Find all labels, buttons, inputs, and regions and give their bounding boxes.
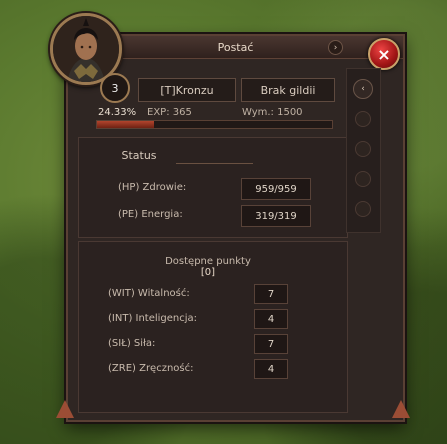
close-button[interactable]: × [368, 38, 400, 70]
sidebar-slot[interactable] [355, 141, 371, 157]
corner-ornament-icon [392, 400, 410, 418]
attribute-value: 7 [254, 284, 288, 304]
sidebar-slot[interactable] [355, 171, 371, 187]
character-name: [T]Kronzu [138, 78, 236, 102]
attribute-value: 4 [254, 359, 288, 379]
xp-percent: 24.33% [98, 107, 137, 118]
sidebar-tabs: ‹ [346, 68, 381, 233]
chevron-left-icon[interactable]: ‹ [353, 79, 373, 99]
attribute-value: 7 [254, 334, 288, 354]
available-points-label: Dostępne punkty [165, 256, 251, 267]
available-points: Dostępne punkty [0] [158, 256, 258, 278]
energy-label: (PE) Energia: [118, 209, 183, 220]
guild-name: Brak gildii [241, 78, 335, 102]
close-icon: × [377, 44, 391, 64]
corner-ornament-icon [56, 400, 74, 418]
hp-value: 959/959 [241, 178, 311, 200]
chevron-right-icon[interactable]: › [328, 40, 343, 55]
sidebar-slot[interactable] [355, 111, 371, 127]
energy-value: 319/319 [241, 205, 311, 227]
window-title: Postać [217, 40, 254, 54]
status-title: Status [121, 149, 157, 162]
xp-progress-bar [96, 120, 333, 129]
attribute-label: (WIT) Witalność: [108, 288, 190, 299]
attribute-label: (SIŁ) Siła: [108, 338, 156, 349]
attribute-label: (ZRE) Zręczność: [108, 363, 194, 374]
hp-label: (HP) Zdrowie: [118, 182, 187, 193]
xp-value: EXP: 365 [147, 107, 192, 118]
attribute-value: 4 [254, 309, 288, 329]
sidebar-slot[interactable] [355, 201, 371, 217]
xp-required: Wym.: 1500 [242, 107, 303, 118]
status-divider [176, 163, 253, 164]
attribute-label: (INT) Inteligencja: [108, 313, 198, 324]
xp-progress-fill [97, 121, 155, 128]
available-points-value: [0] [200, 267, 216, 278]
level-badge: 3 [100, 73, 130, 103]
